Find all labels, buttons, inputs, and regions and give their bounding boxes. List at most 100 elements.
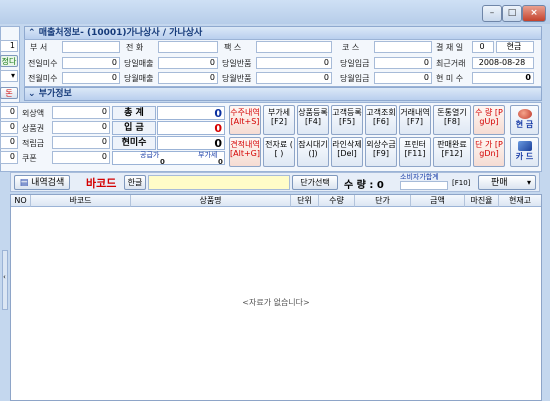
month-sales-value: 0 (158, 72, 218, 84)
consumer-total-value (400, 181, 448, 190)
splitter-handle[interactable]: ‹ (2, 250, 8, 310)
payment-value-3[interactable]: 0 (52, 136, 110, 149)
current-unpaid-value: 0 (472, 72, 534, 84)
history-search-button[interactable]: ▤ 내역검색 (14, 175, 70, 190)
history-search-label: 내역검색 (31, 178, 65, 188)
last-trade-value: 2008-08-28 (472, 57, 534, 69)
prev-unpaid-label: 전일미수 (28, 59, 58, 68)
pay-day-label: 결 재 일 (436, 43, 464, 52)
function-button[interactable]: 고객조회[F6] (365, 105, 397, 135)
cash-value[interactable]: 0 (157, 121, 225, 135)
course-field[interactable] (374, 41, 432, 53)
column-header[interactable]: 금액 (411, 195, 465, 207)
last-trade-label: 최근거래 (436, 59, 466, 68)
maximize-button[interactable]: □ (502, 5, 522, 22)
column-header[interactable]: NO (11, 195, 31, 207)
function-button[interactable]: 잠시대기(]) (297, 137, 329, 167)
mode-label: 판매 (491, 178, 508, 188)
month-return-label: 당월반품 (222, 74, 252, 83)
consumer-total-key: [F10] (452, 179, 471, 187)
payment-label-2: 상품권 (22, 124, 45, 133)
function-button[interactable]: 프린터 [F11] (399, 137, 431, 167)
card-pay-button[interactable]: 카 드 (510, 137, 539, 167)
function-button[interactable]: 부가세 [F2] (263, 105, 295, 135)
function-button[interactable]: 전자료 ( [ ) (263, 137, 295, 167)
payment-left-value-2: 0 (0, 121, 18, 134)
day-sales-value: 0 (158, 57, 218, 69)
cash-pay-label: 현 금 (515, 120, 534, 129)
payment-label-4: 쿠폰 (22, 154, 37, 163)
total-value: 0 (157, 106, 225, 120)
day-return-label: 당일반품 (222, 59, 252, 68)
cash-pay-button[interactable]: 현 금 (510, 105, 539, 135)
month-return-value: 0 (256, 72, 332, 84)
left-stub-dropdown[interactable]: ▾ (0, 70, 18, 82)
function-button[interactable]: 단 가 [PgDn] (473, 137, 505, 167)
function-button[interactable]: 수주내역 [Alt+S] (229, 105, 261, 135)
payment-left-value-4: 0 (0, 151, 18, 164)
total-label: 총 계 (112, 106, 156, 120)
mode-select[interactable]: 판매 ▾ (478, 175, 536, 190)
function-button[interactable]: 견적내역 [Alt+G] (229, 137, 261, 167)
day-deposit-value: 0 (374, 57, 432, 69)
prev-month-unpaid-label: 전월미수 (28, 74, 58, 83)
day-return-value: 0 (256, 57, 332, 69)
payment-left-value-1: 0 (0, 106, 18, 119)
left-stub-button2[interactable]: 돈 (0, 87, 18, 99)
list-icon: ▤ (19, 178, 29, 188)
function-button[interactable]: 거래내역[F7] (399, 105, 431, 135)
prev-month-unpaid-value: 0 (62, 72, 120, 84)
payment-value-2[interactable]: 0 (52, 121, 110, 134)
items-table[interactable]: NO 바코드 상품명 단위 수량 단가 금액 마진율 현재고 <자료가 없습니다… (10, 194, 542, 401)
function-button[interactable]: 수 량 [PgUp] (473, 105, 505, 135)
owner-field[interactable] (62, 41, 120, 53)
month-deposit-label: 당월입금 (340, 74, 370, 83)
supply-value: 0 (160, 158, 165, 166)
cash-icon (517, 109, 532, 119)
pay-day-field[interactable]: 0 (472, 41, 494, 53)
unpaid-label: 현미수 (112, 136, 156, 150)
column-header[interactable]: 바코드 (31, 195, 131, 207)
phone-field[interactable] (158, 41, 218, 53)
function-button[interactable]: 외상수금[F9] (365, 137, 397, 167)
fax-field[interactable] (256, 41, 332, 53)
collapse-icon[interactable]: ⌃ (28, 28, 36, 38)
customer-section-title: 매출처정보- (10001)가나상사 / 가나상사 (38, 28, 203, 38)
pay-method-field[interactable]: 현금 (496, 41, 534, 53)
close-button[interactable]: × (522, 5, 546, 22)
customer-section-header: ⌃ 매출처정보- (10001)가나상사 / 가나상사 (24, 26, 542, 40)
function-button[interactable]: 상품등록[F4] (297, 105, 329, 135)
card-icon (517, 141, 532, 151)
column-header[interactable]: 상품명 (131, 195, 291, 207)
prev-unpaid-value: 0 (62, 57, 120, 69)
vat-value: 0 (218, 158, 223, 166)
function-button[interactable]: 돈통열기[F8] (433, 105, 471, 135)
payment-value-1[interactable]: 0 (52, 106, 110, 119)
day-deposit-label: 당일입금 (340, 59, 370, 68)
korean-toggle-button[interactable]: 한글 (124, 175, 146, 190)
cash-label: 입 금 (112, 121, 156, 135)
barcode-input[interactable] (148, 175, 290, 190)
left-stub-button[interactable]: 정다 (0, 55, 18, 67)
unpaid-value: 0 (157, 136, 225, 150)
minimize-button[interactable]: – (482, 5, 502, 22)
column-header[interactable]: 단가 (355, 195, 411, 207)
column-header[interactable]: 수량 (319, 195, 355, 207)
day-sales-label: 당일매출 (124, 59, 154, 68)
window-title-bar (0, 0, 550, 24)
empty-message: <자료가 없습니다> (242, 298, 310, 307)
owner-label: 부 서 (30, 43, 48, 52)
card-pay-label: 카 드 (515, 152, 534, 161)
column-header[interactable]: 단위 (291, 195, 319, 207)
column-header[interactable]: 현재고 (499, 195, 541, 207)
price-select-button[interactable]: 단가선택 (292, 175, 338, 190)
function-button[interactable]: 라인삭제[Del] (331, 137, 363, 167)
extra-section-header: ⌄ 부가정보 (24, 87, 542, 101)
payment-value-4[interactable]: 0 (52, 151, 110, 164)
column-header[interactable]: 마진율 (465, 195, 499, 207)
function-button[interactable]: 판매완료[F12] (433, 137, 471, 167)
month-deposit-value: 0 (374, 72, 432, 84)
function-button[interactable]: 고객등록[F5] (331, 105, 363, 135)
barcode-label: 바코드 (86, 177, 117, 190)
expand-icon[interactable]: ⌄ (28, 89, 36, 99)
